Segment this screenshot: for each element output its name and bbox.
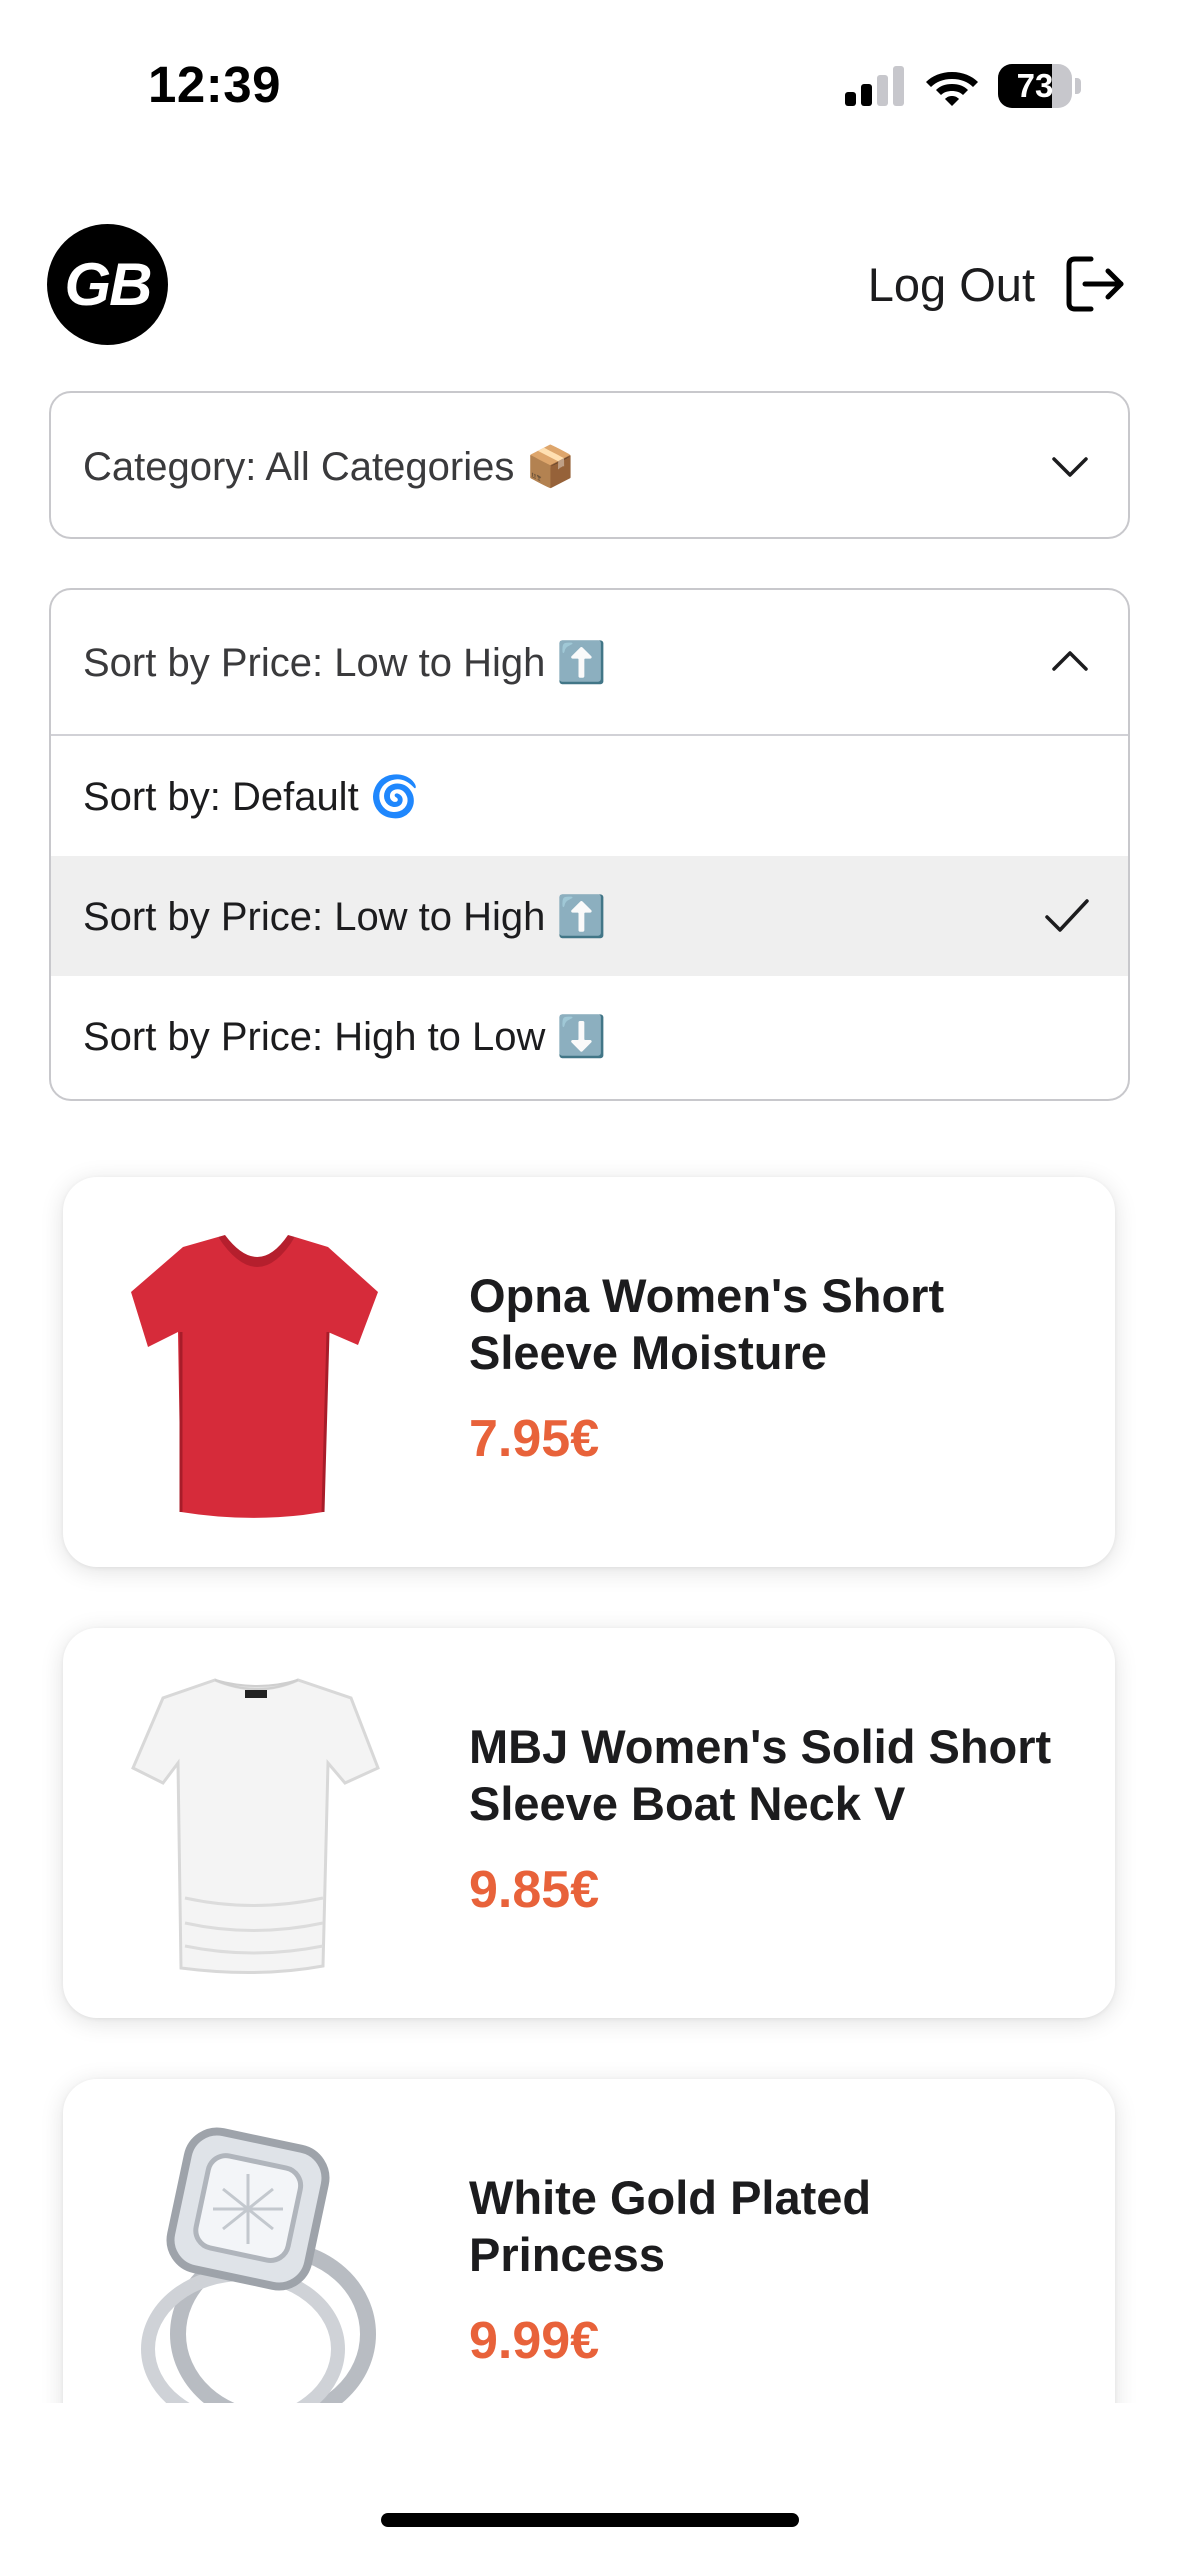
app-logo[interactable]: GB xyxy=(47,224,168,345)
status-bar: 12:39 73 xyxy=(0,0,1179,150)
category-dropdown[interactable]: Category: All Categories 📦 xyxy=(49,391,1130,539)
product-card[interactable]: Opna Women's Short Sleeve Moisture 7.95€ xyxy=(63,1177,1115,1567)
logout-label: Log Out xyxy=(867,257,1035,311)
product-price: 9.99€ xyxy=(469,2312,600,2370)
sort-option-label: Sort by: Default 🌀 xyxy=(83,774,420,819)
battery-icon: 73 xyxy=(998,64,1082,108)
sort-option-label: Sort by Price: Low to High ⬆️ xyxy=(83,894,607,939)
chevron-up-icon xyxy=(1052,651,1088,671)
wifi-icon xyxy=(926,72,978,106)
category-dropdown-label: Category: All Categories 📦 xyxy=(83,444,576,489)
product-image-diamond-ring xyxy=(141,2127,376,2403)
cellular-signal-icon xyxy=(845,66,904,106)
battery-percentage: 73 xyxy=(1016,67,1054,104)
sort-option-price-high-to-low[interactable]: Sort by Price: High to Low ⬇️ xyxy=(51,976,1128,1096)
checkmark-icon xyxy=(1045,899,1089,932)
product-list: Opna Women's Short Sleeve Moisture 7.95€… xyxy=(0,0,1179,2403)
sort-dropdown[interactable]: Sort by Price: Low to High ⬆️ Sort by: D… xyxy=(49,588,1130,1101)
home-indicator[interactable] xyxy=(381,2513,799,2527)
sort-option-price-low-to-high[interactable]: Sort by Price: Low to High ⬆️ xyxy=(51,856,1128,976)
sort-dropdown-header[interactable]: Sort by Price: Low to High ⬆️ xyxy=(51,590,1128,736)
status-time: 12:39 xyxy=(148,56,281,113)
logout-icon xyxy=(1066,256,1124,312)
sort-option-default[interactable]: Sort by: Default 🌀 xyxy=(51,736,1128,856)
sort-dropdown-label: Sort by Price: Low to High ⬆️ xyxy=(83,640,607,685)
product-title[interactable]: Opna Women's Short Sleeve Moisture xyxy=(469,1267,1069,1381)
product-card[interactable]: MBJ Women's Solid Short Sleeve Boat Neck… xyxy=(63,1628,1115,2018)
product-price: 9.85€ xyxy=(469,1861,600,1919)
product-card[interactable]: White Gold Plated Princess 9.99€ xyxy=(63,2079,1115,2403)
category-dropdown-header[interactable]: Category: All Categories 📦 xyxy=(51,393,1128,537)
sort-option-label: Sort by Price: High to Low ⬇️ xyxy=(83,1014,607,1059)
product-title[interactable]: MBJ Women's Solid Short Sleeve Boat Neck… xyxy=(469,1718,1069,1832)
logout-button[interactable]: Log Out xyxy=(868,248,1129,320)
product-title[interactable]: White Gold Plated Princess xyxy=(469,2169,1069,2283)
product-image-white-tshirt xyxy=(131,1678,380,1975)
chevron-down-icon xyxy=(1052,457,1088,477)
product-image-red-tshirt xyxy=(131,1235,378,1518)
product-price: 7.95€ xyxy=(469,1410,600,1468)
